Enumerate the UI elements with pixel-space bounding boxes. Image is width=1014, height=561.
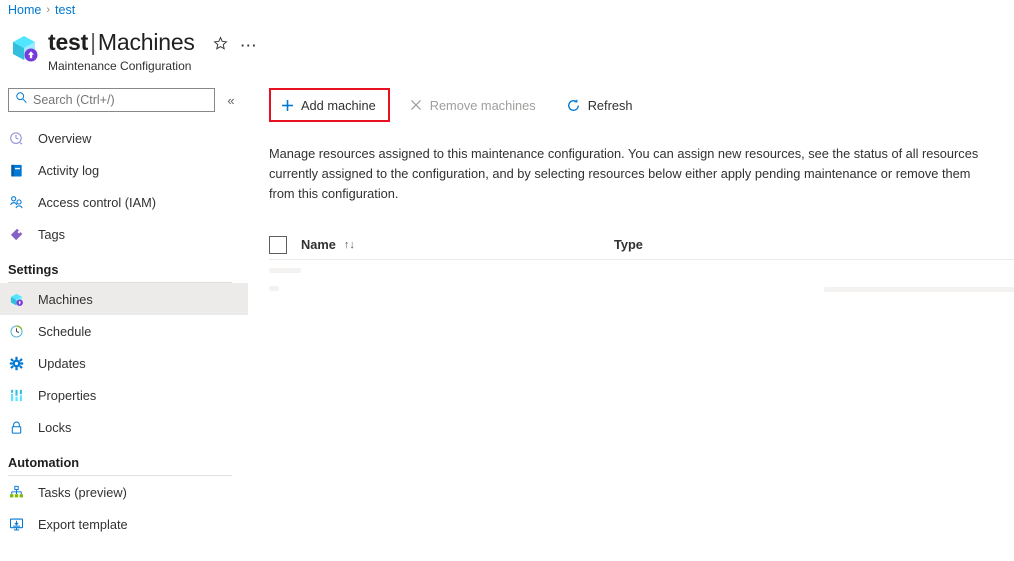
- sidebar-item-label: Activity log: [38, 162, 100, 178]
- add-machine-highlight: Add machine: [269, 88, 390, 122]
- add-machine-label: Add machine: [301, 97, 376, 113]
- breadcrumb-separator-icon: ›: [46, 4, 51, 16]
- page-description: Manage resources assigned to this mainte…: [269, 146, 979, 201]
- locks-padlock-icon: [8, 419, 24, 435]
- search-icon: [15, 91, 28, 109]
- sidebar-settings-items: Machines Schedule Updates Properties Loc…: [0, 283, 250, 443]
- search-input[interactable]: [33, 93, 208, 107]
- table-header-name[interactable]: Name ↑↓: [269, 235, 614, 254]
- sidebar-item-export-template[interactable]: Export template: [0, 508, 250, 540]
- sidebar-item-label: Schedule: [38, 323, 92, 339]
- breadcrumb-current[interactable]: test: [55, 2, 75, 18]
- remove-machines-label: Remove machines: [429, 97, 536, 113]
- sidebar-item-properties[interactable]: Properties: [0, 379, 250, 411]
- sidebar-group-automation: Automation: [0, 455, 250, 476]
- select-all-checkbox[interactable]: [269, 235, 287, 254]
- maintenance-configuration-icon: [8, 32, 40, 64]
- page-subtitle: Maintenance Configuration: [48, 59, 192, 73]
- page-title-divider: |: [90, 29, 96, 55]
- machines-table: Name ↑↓ Type: [250, 230, 1014, 292]
- access-control-people-icon: [8, 194, 24, 210]
- overview-clock-icon: [8, 130, 24, 146]
- sidebar-item-label: Export template: [38, 516, 128, 532]
- sidebar-item-schedule[interactable]: Schedule: [0, 315, 250, 347]
- sidebar-item-tasks[interactable]: Tasks (preview): [0, 476, 250, 508]
- main-content: Add machine Remove machines Refresh Mana: [250, 88, 1014, 561]
- sidebar-item-label: Tags: [38, 226, 66, 242]
- tags-icon: [8, 226, 24, 242]
- sidebar-automation-items: Tasks (preview) Export template: [0, 476, 250, 540]
- sidebar-item-machines[interactable]: Machines: [0, 283, 248, 315]
- activity-log-book-icon: [8, 162, 24, 178]
- sort-arrows-icon[interactable]: ↑↓: [344, 239, 355, 251]
- skeleton-bar: [269, 268, 301, 273]
- table-header-type-label: Type: [614, 237, 643, 252]
- sidebar-primary-items: Overview Activity log Access control (IA…: [0, 122, 250, 250]
- table-loading-placeholder: [269, 260, 1014, 292]
- skeleton-bar: [269, 286, 279, 291]
- sidebar-item-access-control[interactable]: Access control (IAM): [0, 186, 250, 218]
- sidebar-item-locks[interactable]: Locks: [0, 411, 250, 443]
- properties-bars-icon: [8, 387, 24, 403]
- sidebar-item-label: Machines: [38, 291, 93, 307]
- refresh-label: Refresh: [587, 97, 633, 113]
- plus-icon: [279, 97, 295, 113]
- sidebar-group-settings: Settings: [0, 262, 250, 283]
- updates-gear-icon: [8, 355, 24, 371]
- sidebar-item-tags[interactable]: Tags: [0, 218, 250, 250]
- close-x-icon: [408, 97, 424, 113]
- sidebar-group-title: Automation: [8, 455, 80, 470]
- tasks-hierarchy-icon: [8, 484, 24, 500]
- breadcrumb-home[interactable]: Home: [8, 2, 41, 18]
- table-header-type[interactable]: Type: [614, 237, 914, 252]
- sidebar-item-overview[interactable]: Overview: [0, 122, 250, 154]
- machines-cube-icon: [8, 291, 24, 307]
- search-box[interactable]: [8, 88, 215, 112]
- sidebar-item-label: Properties: [38, 387, 97, 403]
- sidebar-item-updates[interactable]: Updates: [0, 347, 250, 379]
- page-title-page: Machines: [97, 29, 195, 55]
- sidebar-item-label: Access control (IAM): [38, 194, 157, 210]
- table-header-name-label: Name: [301, 237, 336, 252]
- schedule-clock-icon: [8, 323, 24, 339]
- page-title-resource: test: [48, 29, 89, 55]
- page-header: test|Machines Maintenance Configuration …: [8, 28, 258, 74]
- remove-machines-button[interactable]: Remove machines: [402, 92, 544, 118]
- sidebar: « Overview Activity log: [0, 88, 250, 561]
- sidebar-item-label: Locks: [38, 419, 72, 435]
- sidebar-item-label: Tasks (preview): [38, 484, 127, 500]
- table-header-row: Name ↑↓ Type: [269, 230, 1014, 260]
- skeleton-bar: [824, 287, 1014, 292]
- add-machine-button[interactable]: Add machine: [273, 92, 384, 118]
- double-chevron-left-icon[interactable]: «: [218, 88, 244, 112]
- refresh-icon: [566, 97, 582, 113]
- breadcrumb: Home › test: [8, 2, 75, 18]
- sidebar-group-title: Settings: [8, 262, 59, 277]
- page-header-actions: ⋯: [213, 36, 258, 55]
- sidebar-item-activity-log[interactable]: Activity log: [0, 154, 250, 186]
- ellipsis-icon[interactable]: ⋯: [240, 37, 258, 54]
- export-template-icon: [8, 516, 24, 532]
- page-title: test|Machines: [48, 28, 195, 56]
- sidebar-item-label: Overview: [38, 130, 92, 146]
- star-icon[interactable]: [213, 36, 228, 55]
- refresh-button[interactable]: Refresh: [560, 92, 641, 118]
- sidebar-item-label: Updates: [38, 355, 86, 371]
- sidebar-search-row: «: [0, 88, 250, 112]
- command-bar: Add machine Remove machines Refresh: [250, 88, 1014, 122]
